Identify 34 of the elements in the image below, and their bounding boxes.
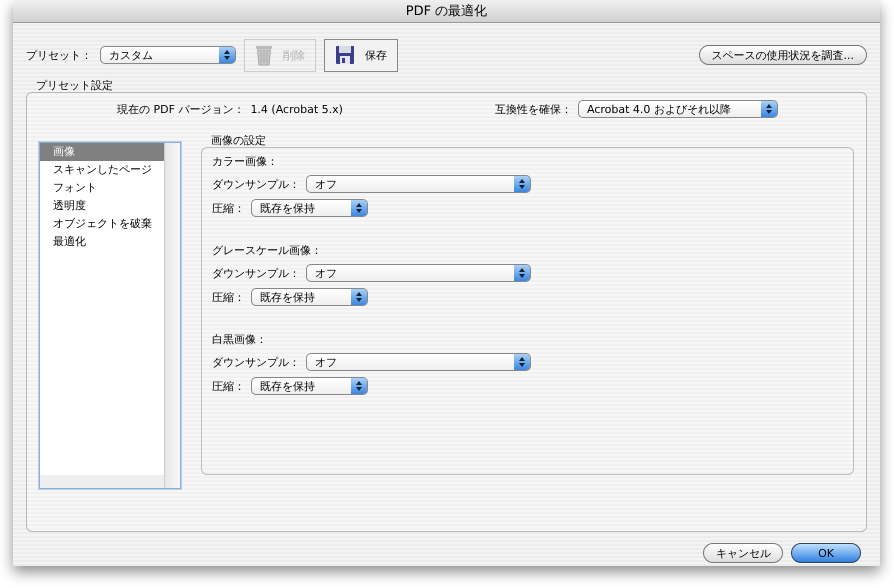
compatibility-label: 互換性を確保： bbox=[495, 102, 572, 116]
compression-label: 圧縮： bbox=[212, 200, 245, 216]
compression-dropdown[interactable]: 既存を保持 bbox=[251, 288, 368, 306]
compression-label: 圧縮： bbox=[212, 378, 245, 394]
compression-dropdown[interactable]: 既存を保持 bbox=[251, 199, 368, 217]
preset-label: プリセット： bbox=[26, 48, 92, 62]
image-type-heading: 白黒画像： bbox=[212, 332, 268, 347]
cancel-button[interactable]: キャンセル bbox=[703, 543, 783, 563]
audit-space-button[interactable]: スペースの使用状況を調査... bbox=[698, 45, 867, 65]
list-item[interactable]: スキャンしたページ bbox=[40, 161, 164, 179]
compression-dropdown[interactable]: 既存を保持 bbox=[251, 377, 368, 395]
image-type-heading: グレースケール画像： bbox=[212, 243, 323, 258]
version-value: 1.4 (Acrobat 5.x) bbox=[250, 102, 343, 116]
list-item[interactable]: 最適化 bbox=[40, 233, 164, 251]
toolbar-button[interactable]: 保存 bbox=[324, 38, 398, 72]
downsample-dropdown[interactable]: オフ bbox=[306, 264, 531, 282]
image-type-heading: カラー画像： bbox=[212, 154, 279, 169]
downsample-label: ダウンサンプル： bbox=[212, 176, 300, 192]
compression-label: 圧縮： bbox=[212, 290, 245, 304]
downsample-dropdown[interactable]: オフ bbox=[306, 175, 531, 193]
compatibility-dropdown[interactable]: Acrobat 4.0 およびそれ以降 bbox=[578, 100, 778, 118]
window-title: PDF の最適化 bbox=[406, 3, 488, 20]
version-label: 現在の PDF バージョン： bbox=[117, 102, 244, 116]
section-title: プリセット設定 bbox=[36, 78, 114, 92]
downsample-dropdown[interactable]: オフ bbox=[306, 353, 531, 371]
list-item[interactable]: 透明度 bbox=[40, 197, 164, 215]
group-title: 画像の設定 bbox=[210, 133, 267, 147]
downsample-label: ダウンサンプル： bbox=[212, 354, 300, 370]
list-item[interactable]: オブジェクトを破棄 bbox=[40, 215, 164, 233]
ok-button[interactable]: OK bbox=[791, 543, 861, 563]
list-item[interactable]: フォント bbox=[40, 179, 164, 197]
downsample-label: ダウンサンプル： bbox=[212, 266, 300, 280]
preset-dropdown[interactable]: カスタム bbox=[100, 46, 236, 64]
list-item[interactable]: 画像 bbox=[40, 143, 164, 161]
